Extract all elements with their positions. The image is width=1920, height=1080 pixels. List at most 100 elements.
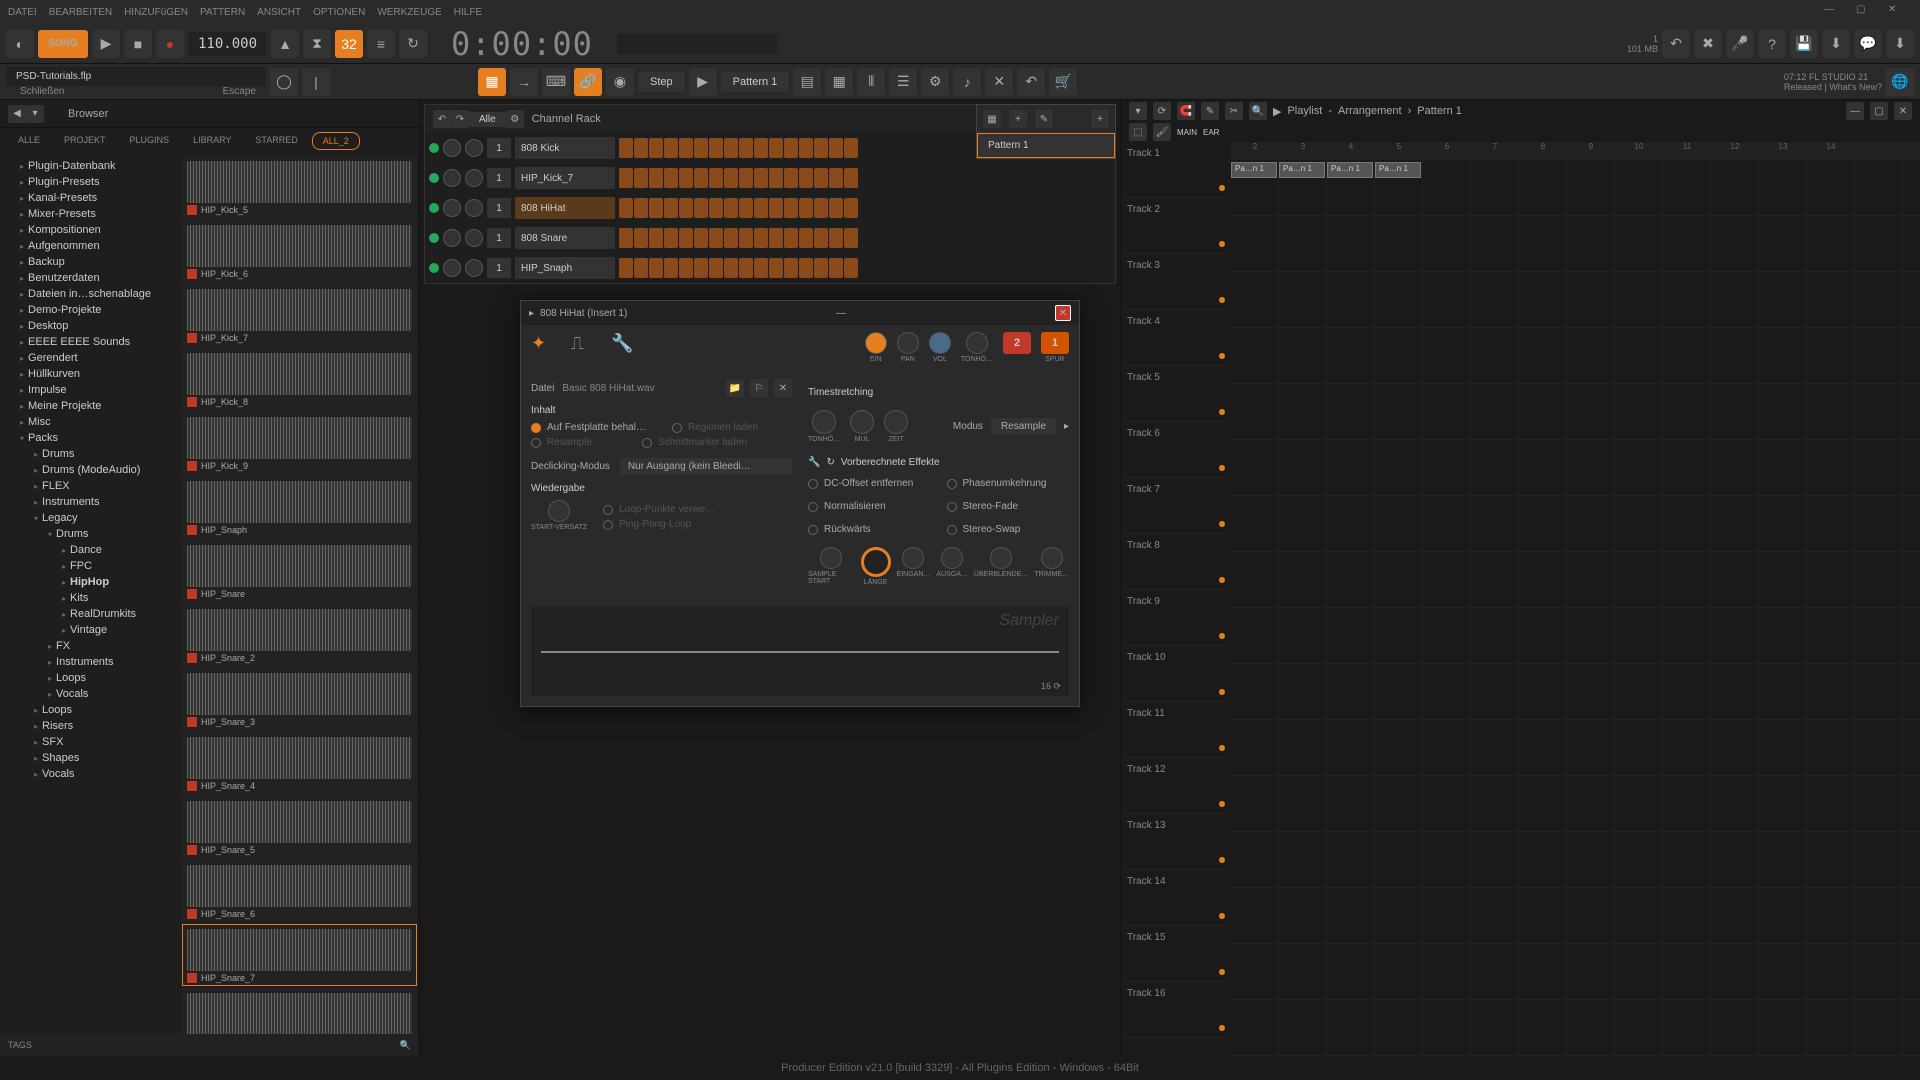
sample-item[interactable]: HIP_Snaph [182, 476, 417, 538]
tree-item-misc[interactable]: ▸Misc [0, 414, 180, 430]
sample-item[interactable]: HIP_Snare_5 [182, 796, 417, 858]
step-button[interactable] [829, 138, 843, 158]
channel-number[interactable]: 1 [487, 258, 511, 278]
tree-item-plugin-datenbank[interactable]: ▸Plugin-Datenbank [0, 158, 180, 174]
tree-item-dance[interactable]: ▸Dance [0, 542, 180, 558]
rack-options-icon[interactable]: ⚙ [506, 110, 524, 128]
channel-number[interactable]: 1 [487, 168, 511, 188]
step-edit-icon[interactable]: ≡ [367, 30, 395, 58]
track-label[interactable]: Track 5 [1121, 366, 1231, 422]
link-icon[interactable]: 🔗 [574, 68, 602, 96]
playlist-sync-icon[interactable]: ⟳ [1153, 102, 1171, 120]
step-button[interactable] [739, 138, 753, 158]
sampler-track-1[interactable]: 1 [1041, 332, 1069, 354]
sampler-tab-envelope-icon[interactable]: ⎍ [571, 333, 599, 361]
channel-mute-led[interactable] [429, 203, 439, 213]
favorite-icon[interactable]: ⚐ [750, 379, 768, 397]
step-button[interactable] [694, 168, 708, 188]
channel-name-button[interactable]: 808 Kick [515, 137, 615, 159]
pattern-clip[interactable]: Pa…n 1 [1279, 162, 1325, 178]
step-button[interactable] [694, 258, 708, 278]
track-mute-dot[interactable] [1219, 689, 1225, 695]
playlist-menu-icon[interactable]: ▾ [1129, 102, 1147, 120]
track-mute-dot[interactable] [1219, 577, 1225, 583]
browser-tab-library[interactable]: LIBRARY [183, 132, 241, 150]
step-button[interactable] [679, 138, 693, 158]
step-button[interactable] [799, 228, 813, 248]
settings-icon[interactable]: ✖ [1694, 30, 1722, 58]
channel-vol-knob[interactable] [465, 199, 483, 217]
load-regions-radio[interactable] [672, 423, 682, 433]
keep-on-disk-radio[interactable] [531, 423, 541, 433]
track-mute-dot[interactable] [1219, 969, 1225, 975]
step-button[interactable] [799, 138, 813, 158]
phase-radio[interactable] [947, 479, 957, 489]
rack-filter[interactable]: Alle [469, 112, 506, 127]
undo-icon[interactable]: ↶ [1662, 30, 1690, 58]
tree-item-drums[interactable]: ▸Drums [0, 446, 180, 462]
rack-back-icon[interactable]: ↶ [433, 110, 451, 128]
step-button[interactable] [769, 228, 783, 248]
undo-history-icon[interactable]: ↶ [1017, 68, 1045, 96]
step-button[interactable] [679, 228, 693, 248]
channel-vol-knob[interactable] [465, 139, 483, 157]
tree-item-demo-projekte[interactable]: ▸Demo-Projekte [0, 302, 180, 318]
mic-icon[interactable]: 🎤 [1726, 30, 1754, 58]
menu-bearbeiten[interactable]: BEARBEITEN [49, 7, 112, 18]
channel-vol-knob[interactable] [465, 259, 483, 277]
menu-hinzufuegen[interactable]: HINZUFüGEN [124, 7, 188, 18]
tree-item-hiphop[interactable]: ▸HipHop [0, 574, 180, 590]
channel-mute-led[interactable] [429, 233, 439, 243]
track-label[interactable]: Track 9 [1121, 590, 1231, 646]
length-knob[interactable] [861, 547, 891, 577]
tree-item-vintage[interactable]: ▸Vintage [0, 622, 180, 638]
beat-indicator[interactable]: 32 [335, 30, 363, 58]
playlist-close-icon[interactable]: ✕ [1894, 102, 1912, 120]
step-button[interactable] [649, 228, 663, 248]
fx-reload-icon[interactable]: ↻ [826, 457, 834, 468]
channel-vol-knob[interactable] [465, 229, 483, 247]
step-button[interactable] [844, 138, 858, 158]
playlist-play-icon[interactable]: ▶ [1273, 105, 1281, 118]
tree-item-flex[interactable]: ▸FLEX [0, 478, 180, 494]
tree-item-fpc[interactable]: ▸FPC [0, 558, 180, 574]
clip-row[interactable] [1231, 1000, 1920, 1056]
channel-name-button[interactable]: HIP_Kick_7 [515, 167, 615, 189]
step-button[interactable] [769, 138, 783, 158]
step-button[interactable] [784, 198, 798, 218]
tree-item-plugin-presets[interactable]: ▸Plugin-Presets [0, 174, 180, 190]
step-button[interactable] [754, 138, 768, 158]
step-button[interactable] [829, 228, 843, 248]
playlist-draw-icon[interactable]: ✎ [1201, 102, 1219, 120]
tree-item-vocals[interactable]: ▸Vocals [0, 766, 180, 782]
window-close-icon[interactable]: ✕ [1888, 4, 1902, 18]
tree-item-realdrumkits[interactable]: ▸RealDrumkits [0, 606, 180, 622]
sample-item[interactable]: HIP_Snare_2 [182, 604, 417, 666]
channel-name-button[interactable]: 808 HiHat [515, 197, 615, 219]
track-label[interactable]: Track 15 [1121, 926, 1231, 982]
channel-name-button[interactable]: HIP_Snaph [515, 257, 615, 279]
sampler-vol-knob[interactable] [929, 332, 951, 354]
render-icon[interactable]: ⬇ [1822, 30, 1850, 58]
tree-item-sfx[interactable]: ▸SFX [0, 734, 180, 750]
track-mute-dot[interactable] [1219, 465, 1225, 471]
step-button[interactable] [814, 258, 828, 278]
loop-record-icon[interactable]: ↻ [399, 30, 427, 58]
normalize-radio[interactable] [808, 502, 818, 512]
step-button[interactable] [799, 168, 813, 188]
ts-mul-knob[interactable] [850, 410, 874, 434]
browser-tab-all2[interactable]: ALL_2 [312, 132, 360, 150]
save-icon[interactable]: 💾 [1790, 30, 1818, 58]
menu-hilfe[interactable]: HILFE [454, 7, 482, 18]
stop-button[interactable]: ■ [124, 30, 152, 58]
step-button[interactable] [619, 168, 633, 188]
playlist-max-icon[interactable]: ▢ [1870, 102, 1888, 120]
view-browser-icon[interactable]: ☰ [889, 68, 917, 96]
clip-row[interactable] [1231, 216, 1920, 272]
pattern-select[interactable]: Pattern 1 [721, 72, 790, 92]
fx-wrench-icon[interactable]: 🔧 [808, 457, 820, 468]
sample-item[interactable]: HIP_Snare [182, 540, 417, 602]
sampler-ein-knob[interactable] [865, 332, 887, 354]
step-button[interactable] [784, 138, 798, 158]
track-label[interactable]: Track 1 [1121, 142, 1231, 198]
